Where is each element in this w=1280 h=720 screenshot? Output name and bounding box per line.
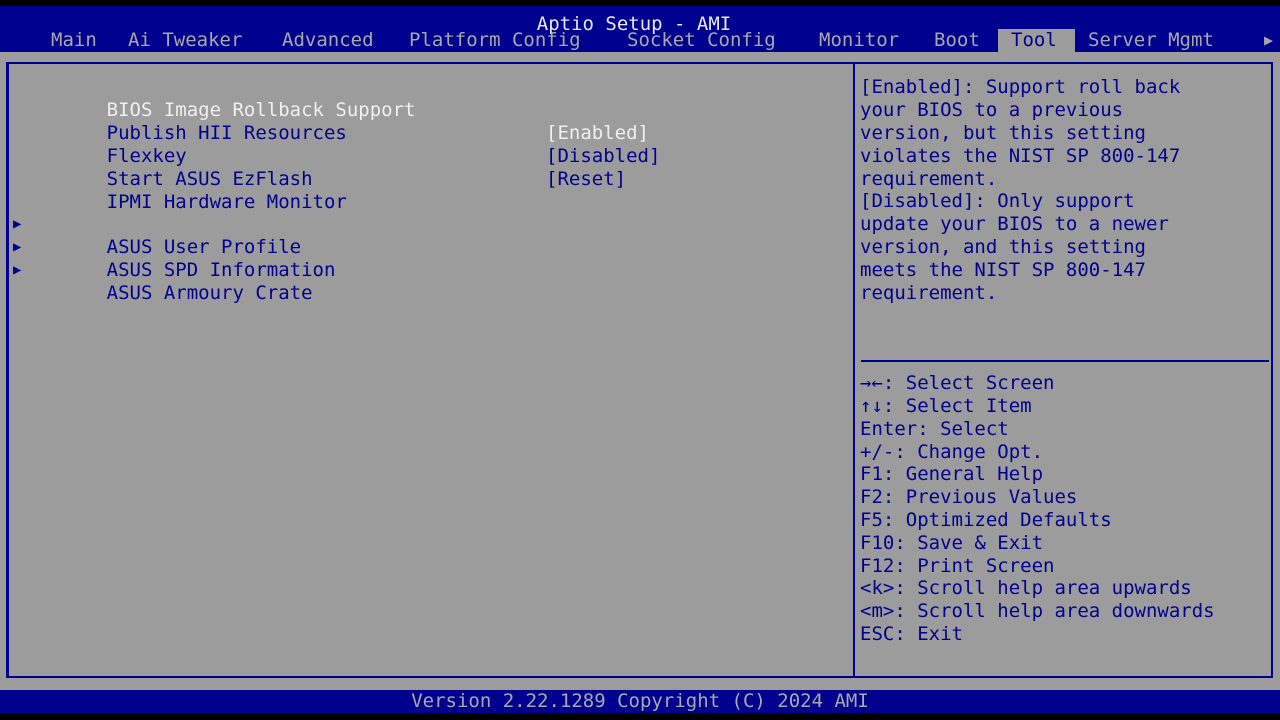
- panel-divider: [853, 64, 855, 676]
- key-hint-f2: F2: Previous Values: [860, 486, 1078, 508]
- tab-tool[interactable]: Tool: [998, 29, 1075, 52]
- footer-bar: Version 2.22.1289 Copyright (C) 2024 AMI: [0, 690, 1280, 713]
- help-text-line: version, and this setting: [860, 236, 1146, 258]
- menu-item-user-profile[interactable]: ▶ ASUS User Profile: [13, 190, 301, 258]
- header-bar: Aptio Setup - AMI Main Ai Tweaker Advanc…: [0, 6, 1280, 52]
- menu-item-label: ASUS Armoury Crate: [106, 282, 313, 304]
- tab-ai-tweaker[interactable]: Ai Tweaker: [115, 29, 255, 52]
- submenu-arrow-icon: ▶: [13, 216, 22, 232]
- help-text-line: version, but this setting: [860, 122, 1146, 144]
- help-text-line: requirement.: [860, 282, 998, 304]
- version-copyright: Version 2.22.1289 Copyright (C) 2024 AMI: [411, 690, 869, 712]
- help-text-line: [Disabled]: Only support: [860, 190, 1135, 212]
- key-hint-esc: ESC: Exit: [860, 623, 963, 645]
- help-text-line: meets the NIST SP 800-147: [860, 259, 1146, 281]
- key-hint-select-screen: →←: Select Screen: [860, 372, 1055, 394]
- help-text-line: requirement.: [860, 168, 998, 190]
- key-hint-scroll-up: <k>: Scroll help area upwards: [860, 577, 1192, 599]
- key-hint-scroll-down: <m>: Scroll help area downwards: [860, 600, 1215, 622]
- help-text-line: your BIOS to a previous: [860, 99, 1124, 121]
- key-hint-enter: Enter: Select: [860, 418, 1009, 440]
- help-text-line: [Enabled]: Support roll back: [860, 76, 1181, 98]
- tab-bar: Main Ai Tweaker Advanced Platform Config…: [0, 29, 1280, 52]
- tab-monitor[interactable]: Monitor: [806, 29, 912, 52]
- key-hint-f5: F5: Optimized Defaults: [860, 509, 1112, 531]
- menu-item-start-ezflash[interactable]: Start ASUS EzFlash: [38, 145, 313, 190]
- help-text-line: violates the NIST SP 800-147: [860, 145, 1181, 167]
- tab-server-mgmt[interactable]: Server Mgmt: [1075, 29, 1227, 52]
- key-hint-change-opt: +/-: Change Opt.: [860, 441, 1044, 463]
- tab-boot[interactable]: Boot: [921, 29, 993, 52]
- help-divider: [861, 360, 1269, 362]
- menu-item-label: ASUS SPD Information: [106, 259, 336, 281]
- menu-item-value[interactable]: [Disabled]: [546, 145, 660, 168]
- setup-body: BIOS Image Rollback Support [Enabled] Pu…: [0, 52, 1280, 690]
- menu-item-armoury-crate[interactable]: ▶ ASUS Armoury Crate: [13, 236, 313, 304]
- help-text-line: update your BIOS to a newer: [860, 213, 1169, 235]
- submenu-arrow-icon: ▶: [13, 262, 22, 278]
- key-hint-f1: F1: General Help: [860, 463, 1044, 485]
- key-hint-f10: F10: Save & Exit: [860, 532, 1044, 554]
- main-frame: BIOS Image Rollback Support [Enabled] Pu…: [6, 62, 1273, 678]
- triangle-right-icon[interactable]: ▶: [1264, 29, 1273, 51]
- tab-main[interactable]: Main: [38, 29, 110, 52]
- tab-platform-config[interactable]: Platform Config: [396, 29, 594, 52]
- submenu-arrow-icon: ▶: [13, 239, 22, 255]
- menu-item-ipmi-hw-monitor[interactable]: IPMI Hardware Monitor: [38, 168, 347, 213]
- menu-item-value[interactable]: [Enabled]: [546, 122, 649, 145]
- tab-socket-config[interactable]: Socket Config: [614, 29, 789, 52]
- menu-item-bios-image-rollback[interactable]: BIOS Image Rollback Support [Enabled]: [38, 76, 649, 144]
- menu-item-publish-hii[interactable]: Publish HII Resources [Disabled]: [38, 99, 661, 167]
- key-hint-f12: F12: Print Screen: [860, 555, 1055, 577]
- menu-item-flexkey[interactable]: Flexkey [Reset]: [38, 122, 626, 190]
- menu-item-spd-information[interactable]: ▶ ASUS SPD Information: [13, 213, 335, 281]
- menu-item-value[interactable]: [Reset]: [546, 168, 626, 191]
- key-hint-select-item: ↑↓: Select Item: [860, 395, 1032, 417]
- tab-advanced[interactable]: Advanced: [269, 29, 387, 52]
